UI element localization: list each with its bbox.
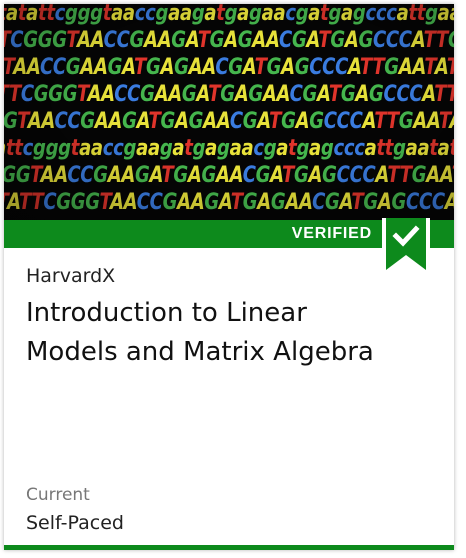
course-status: Current xyxy=(26,485,90,505)
card-bottom-accent xyxy=(4,545,454,550)
course-hero-image: aatatattcgggtaaccgaagatgagaacgatgagcccat… xyxy=(4,4,454,220)
checkmark-ribbon-icon xyxy=(382,218,430,280)
course-card[interactable]: aatatattcgggtaaccgaagatgagaacgatgagcccat… xyxy=(4,4,454,550)
course-org: HarvardX xyxy=(26,265,116,287)
course-pacing: Self-Paced xyxy=(26,512,124,534)
verified-label: VERIFIED xyxy=(291,225,372,242)
course-title[interactable]: Introduction to Linear Models and Matrix… xyxy=(26,294,386,372)
